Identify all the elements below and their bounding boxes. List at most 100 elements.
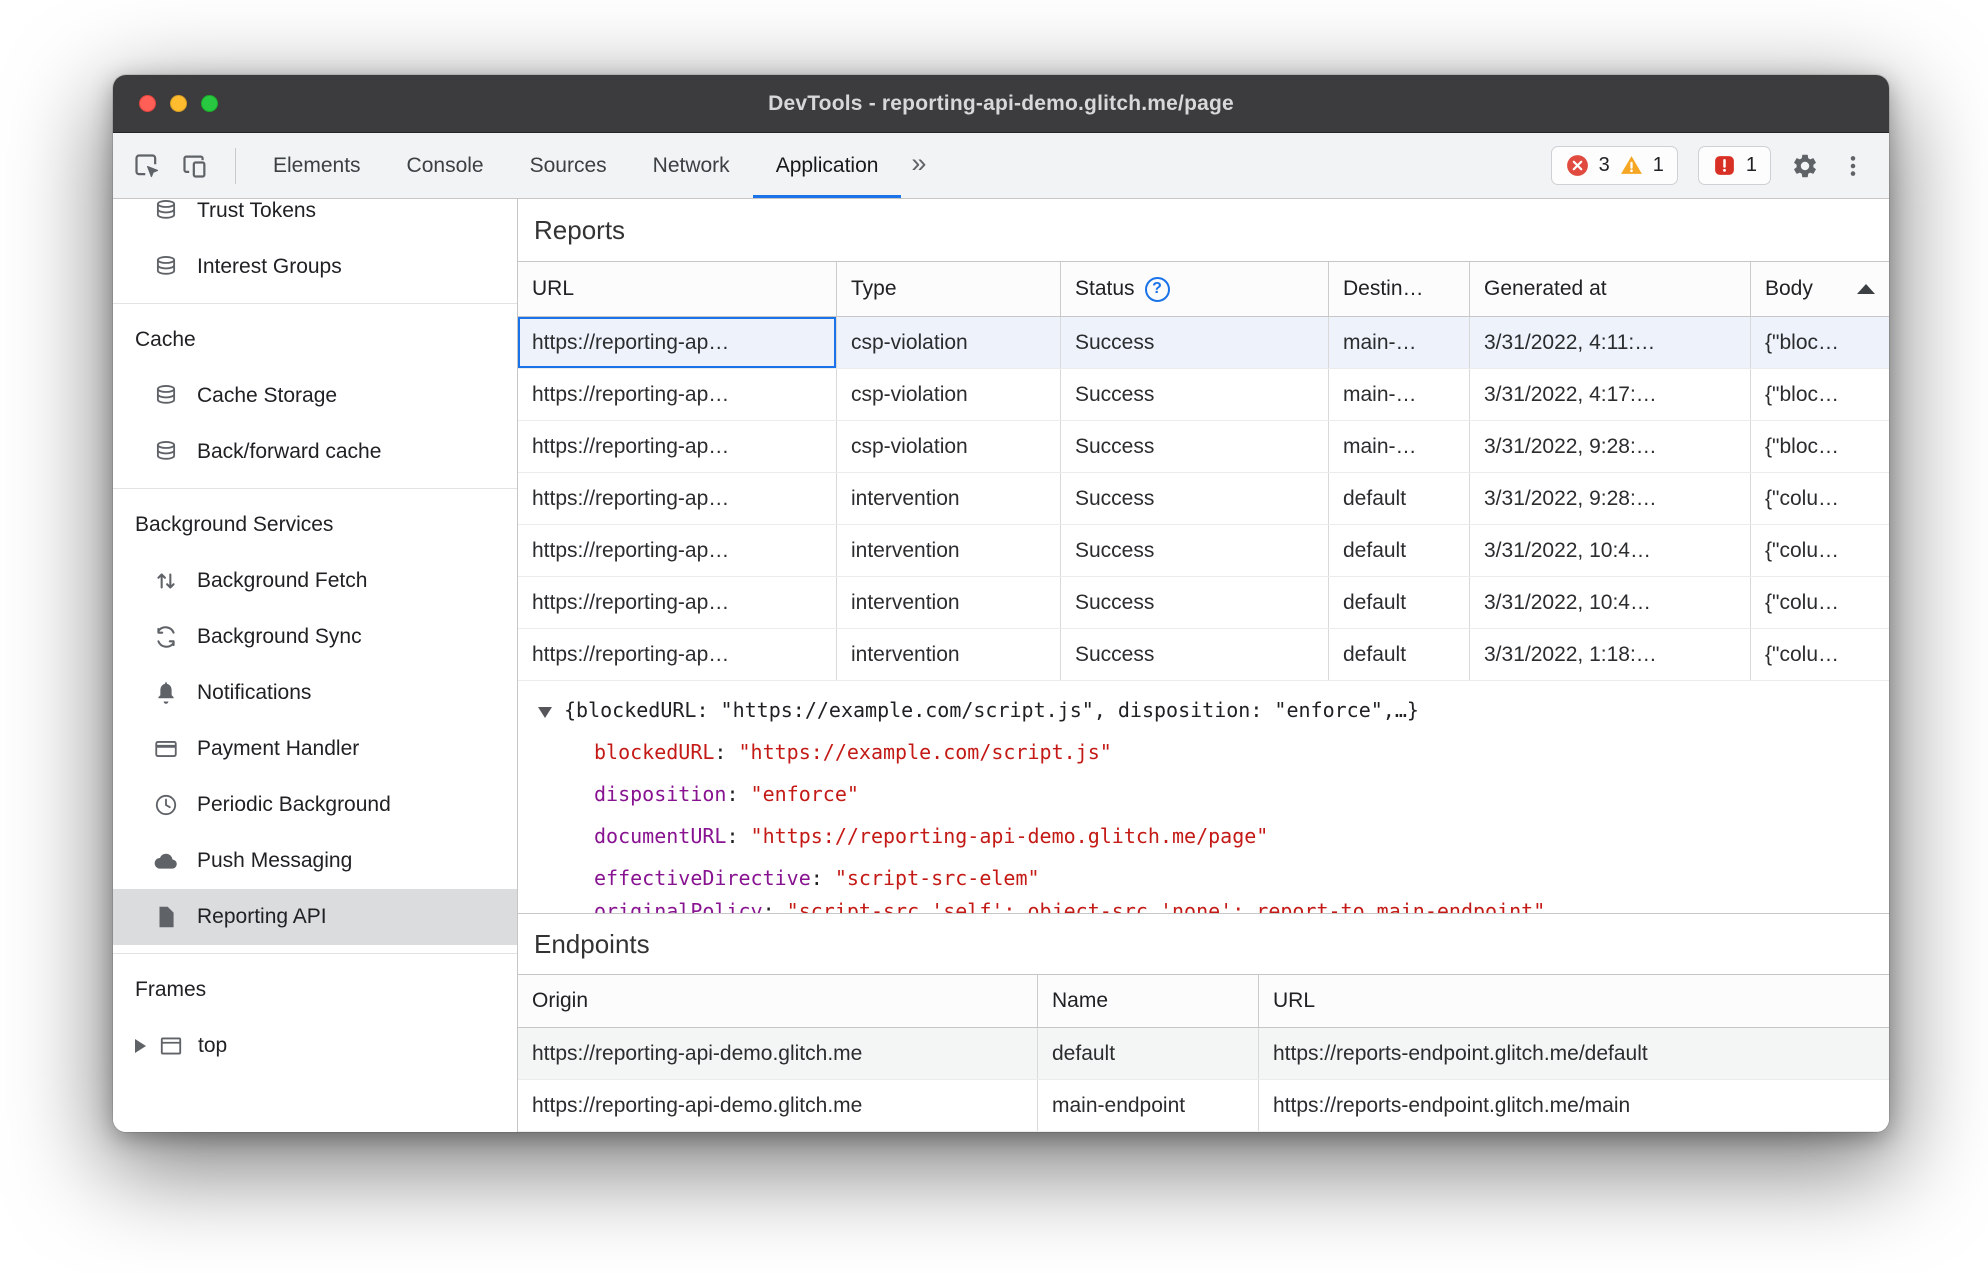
report-generated-cell[interactable]: 3/31/2022, 9:28:…: [1470, 421, 1751, 472]
report-status-cell[interactable]: Success: [1061, 525, 1329, 576]
report-destination-cell[interactable]: default: [1329, 629, 1470, 680]
column-header-url[interactable]: URL: [518, 262, 837, 316]
report-url-cell[interactable]: https://reporting-ap…: [518, 421, 837, 472]
kebab-menu-icon[interactable]: [1839, 152, 1867, 180]
inspect-element-icon[interactable]: [133, 152, 161, 180]
report-destination-cell[interactable]: default: [1329, 473, 1470, 524]
sidebar-item-top-frame[interactable]: top: [113, 1018, 517, 1074]
report-status-cell[interactable]: Success: [1061, 577, 1329, 628]
report-status-cell[interactable]: Success: [1061, 473, 1329, 524]
sidebar-item-label: Cache Storage: [197, 384, 338, 407]
sidebar-item-payment-handler[interactable]: Payment Handler: [113, 721, 517, 777]
report-generated-cell[interactable]: 3/31/2022, 1:18:…: [1470, 629, 1751, 680]
more-tabs-button[interactable]: »: [901, 148, 942, 183]
sidebar-item-reporting-api[interactable]: Reporting API: [113, 889, 517, 945]
report-type-cell[interactable]: csp-violation: [837, 317, 1061, 368]
tab-application[interactable]: Application: [752, 133, 902, 198]
report-destination-cell[interactable]: main-…: [1329, 369, 1470, 420]
report-destination-cell[interactable]: main-…: [1329, 317, 1470, 368]
report-body-cell[interactable]: {"bloc…: [1751, 369, 1889, 420]
report-row[interactable]: https://reporting-ap… intervention Succe…: [518, 473, 1889, 525]
report-destination-cell[interactable]: main-…: [1329, 421, 1470, 472]
sidebar-item-trust-tokens[interactable]: Trust Tokens: [113, 199, 517, 239]
tab-elements[interactable]: Elements: [250, 133, 384, 198]
endpoint-url-cell[interactable]: https://reports-endpoint.glitch.me/defau…: [1259, 1028, 1889, 1079]
status-help-icon[interactable]: ?: [1144, 276, 1170, 302]
report-type-cell[interactable]: intervention: [837, 577, 1061, 628]
report-body-cell[interactable]: {"colu…: [1751, 629, 1889, 680]
report-url-cell[interactable]: https://reporting-ap…: [518, 577, 837, 628]
sidebar-item-notifications[interactable]: Notifications: [113, 665, 517, 721]
endpoint-name-cell[interactable]: default: [1038, 1028, 1259, 1079]
column-header-type[interactable]: Type: [837, 262, 1061, 316]
report-generated-cell[interactable]: 3/31/2022, 9:28:…: [1470, 473, 1751, 524]
report-type-cell[interactable]: csp-violation: [837, 369, 1061, 420]
report-generated-cell[interactable]: 3/31/2022, 10:4…: [1470, 577, 1751, 628]
report-type-cell[interactable]: intervention: [837, 473, 1061, 524]
json-property: blockedURL: "https://example.com/script.…: [594, 740, 1112, 764]
endpoint-row[interactable]: https://reporting-api-demo.glitch.me mai…: [518, 1080, 1889, 1132]
endpoint-origin-cell[interactable]: https://reporting-api-demo.glitch.me: [518, 1080, 1038, 1131]
report-type-cell[interactable]: intervention: [837, 525, 1061, 576]
report-destination-cell[interactable]: default: [1329, 577, 1470, 628]
endpoint-origin-cell[interactable]: https://reporting-api-demo.glitch.me: [518, 1028, 1038, 1079]
report-generated-cell[interactable]: 3/31/2022, 4:17:…: [1470, 369, 1751, 420]
report-row[interactable]: https://reporting-ap… csp-violation Succ…: [518, 421, 1889, 473]
column-header-endpoint-url[interactable]: URL: [1259, 975, 1889, 1027]
report-url-cell[interactable]: https://reporting-ap…: [518, 473, 837, 524]
column-header-body[interactable]: Body: [1751, 262, 1889, 316]
minimize-window-button[interactable]: [170, 95, 187, 112]
report-status-cell[interactable]: Success: [1061, 369, 1329, 420]
tab-network[interactable]: Network: [630, 133, 753, 198]
report-generated-cell[interactable]: 3/31/2022, 10:4…: [1470, 525, 1751, 576]
console-status-badge[interactable]: 3 1: [1550, 146, 1678, 185]
column-header-destination[interactable]: Destin…: [1329, 262, 1470, 316]
column-header-status[interactable]: Status ?: [1061, 262, 1329, 316]
zoom-window-button[interactable]: [201, 95, 218, 112]
report-row[interactable]: https://reporting-ap… intervention Succe…: [518, 525, 1889, 577]
sidebar-item-push-messaging[interactable]: Push Messaging: [113, 833, 517, 889]
sidebar-item-interest-groups[interactable]: Interest Groups: [113, 239, 517, 295]
column-header-origin[interactable]: Origin: [518, 975, 1038, 1027]
device-toolbar-icon[interactable]: [181, 152, 209, 180]
report-row[interactable]: https://reporting-ap… intervention Succe…: [518, 629, 1889, 681]
report-type-cell[interactable]: csp-violation: [837, 421, 1061, 472]
endpoint-name-cell[interactable]: main-endpoint: [1038, 1080, 1259, 1131]
report-row[interactable]: https://reporting-ap… csp-violation Succ…: [518, 369, 1889, 421]
sidebar-item-back-forward-cache[interactable]: Back/forward cache: [113, 424, 517, 480]
report-row[interactable]: https://reporting-ap… csp-violation Succ…: [518, 317, 1889, 369]
chevron-right-icon[interactable]: [135, 1039, 146, 1053]
report-url-cell[interactable]: https://reporting-ap…: [518, 525, 837, 576]
report-generated-cell[interactable]: 3/31/2022, 4:11:…: [1470, 317, 1751, 368]
report-status-cell[interactable]: Success: [1061, 421, 1329, 472]
report-body-cell[interactable]: {"bloc…: [1751, 317, 1889, 368]
sidebar-item-background-sync[interactable]: Background Sync: [113, 609, 517, 665]
tab-sources[interactable]: Sources: [507, 133, 630, 198]
report-body-cell[interactable]: {"bloc…: [1751, 421, 1889, 472]
report-type-cell[interactable]: intervention: [837, 629, 1061, 680]
report-url-cell[interactable]: https://reporting-ap…: [518, 629, 837, 680]
tab-console[interactable]: Console: [384, 133, 507, 198]
endpoint-row[interactable]: https://reporting-api-demo.glitch.me def…: [518, 1028, 1889, 1080]
report-url-cell[interactable]: https://reporting-ap…: [518, 369, 837, 420]
sidebar-item-background-fetch[interactable]: Background Fetch: [113, 553, 517, 609]
column-header-generated-at[interactable]: Generated at: [1470, 262, 1751, 316]
report-url-cell[interactable]: https://reporting-ap…: [518, 317, 837, 368]
sidebar-item-cache-storage[interactable]: Cache Storage: [113, 368, 517, 424]
json-summary-line[interactable]: {blockedURL: "https://example.com/script…: [536, 689, 1889, 731]
report-body-cell[interactable]: {"colu…: [1751, 525, 1889, 576]
report-status-cell[interactable]: Success: [1061, 629, 1329, 680]
report-destination-cell[interactable]: default: [1329, 525, 1470, 576]
report-body-cell[interactable]: {"colu…: [1751, 577, 1889, 628]
settings-gear-icon[interactable]: [1791, 152, 1819, 180]
report-body-cell[interactable]: {"colu…: [1751, 473, 1889, 524]
close-window-button[interactable]: [139, 95, 156, 112]
sidebar-item-periodic-background-sync[interactable]: Periodic Background: [113, 777, 517, 833]
column-header-name[interactable]: Name: [1038, 975, 1259, 1027]
issues-badge[interactable]: 1: [1697, 146, 1771, 185]
report-status-cell[interactable]: Success: [1061, 317, 1329, 368]
endpoint-url-cell[interactable]: https://reports-endpoint.glitch.me/main: [1259, 1080, 1889, 1131]
database-icon: [153, 254, 179, 280]
chevron-down-icon[interactable]: [538, 706, 552, 718]
report-row[interactable]: https://reporting-ap… intervention Succe…: [518, 577, 1889, 629]
